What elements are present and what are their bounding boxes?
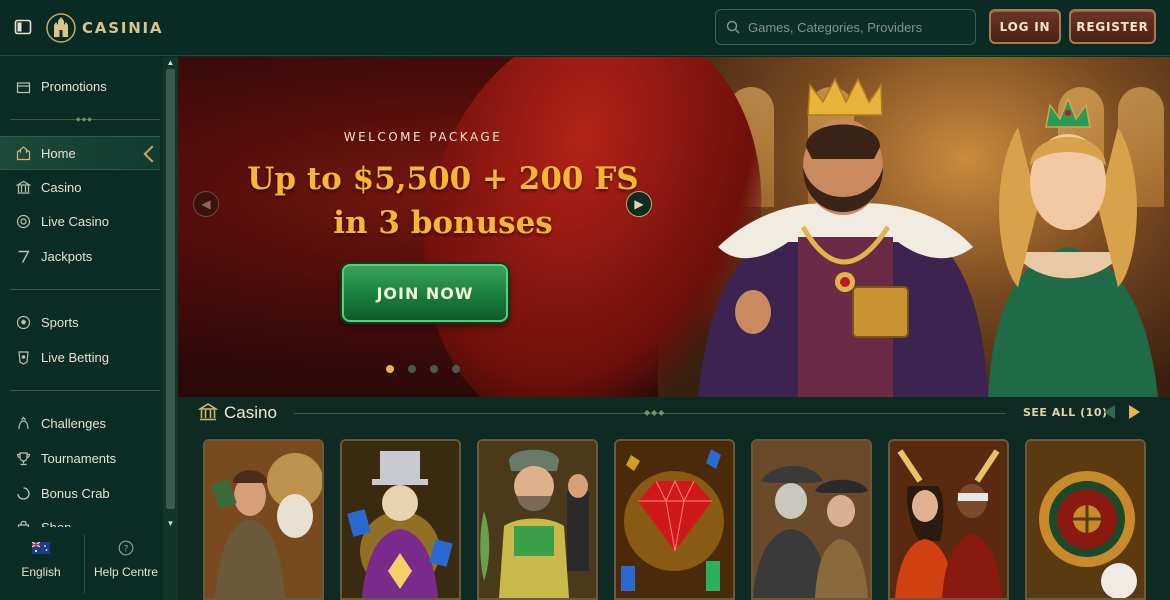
sidebar-item-jackpots[interactable]: Jackpots — [0, 239, 160, 273]
sidebar-item-challenges[interactable]: Challenges — [0, 406, 160, 440]
carousel-pagination — [386, 365, 460, 373]
sidebar-item-label: Live Casino — [41, 213, 109, 229]
main-content: WELCOME PACKAGE Up to $5,500 + 200 FS in… — [178, 57, 1170, 600]
seven-icon — [18, 250, 30, 263]
banner-headline: Up to $5,500 + 200 FS in 3 bonuses — [218, 157, 668, 245]
outlaws-game-thumbnail — [753, 441, 870, 598]
sidebar-item-label: Live Betting — [41, 349, 109, 365]
help-centre-link[interactable]: ? Help Centre — [85, 537, 167, 579]
game-card-magician[interactable] — [340, 439, 461, 600]
carousel-dot[interactable] — [452, 365, 460, 373]
sidebar-item-label: Jackpots — [41, 248, 93, 264]
sidebar-item-home[interactable]: Home — [0, 136, 160, 170]
top-header: CASINIA LOG IN REGISTER — [0, 0, 1170, 56]
challenge-icon — [18, 416, 29, 429]
magician-game-thumbnail — [342, 441, 459, 598]
live-betting-icon — [18, 350, 29, 365]
carousel-dot[interactable] — [408, 365, 416, 373]
search-box[interactable] — [715, 9, 976, 45]
sidebar-scrollbar[interactable]: ▲ ▼ — [163, 57, 178, 600]
sidebar-item-casino[interactable]: Casino — [0, 170, 160, 204]
sidebar-item-label: Promotions — [41, 78, 107, 94]
sidebar-item-bonus-crab[interactable]: Bonus Crab — [0, 476, 160, 510]
sidebar-item-sports[interactable]: Sports — [0, 305, 160, 339]
fisherman-game-thumbnail — [479, 441, 596, 598]
king-character-illustration — [698, 77, 988, 397]
sidebar-item-live-casino[interactable]: Live Casino — [0, 204, 160, 238]
banner-headline-line: in 3 bonuses — [333, 205, 553, 241]
vegas-nights-game-thumbnail — [890, 441, 1007, 598]
sidebar-item-live-betting[interactable]: Live Betting — [0, 340, 160, 374]
banner-kicker: WELCOME PACKAGE — [343, 130, 503, 144]
sidebar-item-label: Bonus Crab — [41, 485, 110, 501]
sidebar-item-label: Sports — [41, 314, 79, 330]
sidebar-divider — [10, 390, 160, 391]
sidebar-item-label: Home — [41, 145, 76, 161]
login-button[interactable]: LOG IN — [989, 9, 1061, 44]
game-card-explorer[interactable] — [203, 439, 324, 600]
section-divider-ornament: ◆◆◆ — [644, 408, 666, 417]
explorer-game-thumbnail — [205, 441, 322, 598]
sidebar-item-promotions[interactable]: Promotions — [0, 69, 160, 103]
sidebar-toggle-icon[interactable] — [14, 18, 32, 36]
game-card-fisherman[interactable] — [477, 439, 598, 600]
trophy-icon — [16, 451, 31, 465]
carousel-prev-icon[interactable]: ◀ — [193, 191, 219, 217]
language-selector[interactable]: English — [0, 537, 82, 579]
sidebar-divider: ◆◆◆ — [10, 117, 160, 123]
carousel-dot[interactable] — [430, 365, 438, 373]
brand-logo[interactable]: CASINIA — [46, 10, 163, 46]
scrollbar-thumb[interactable] — [166, 69, 175, 509]
games-prev-icon[interactable] — [1104, 405, 1115, 419]
sidebar: Promotions ◆◆◆ Home Casino Live Casino J… — [0, 57, 178, 600]
promo-banner[interactable]: WELCOME PACKAGE Up to $5,500 + 200 FS in… — [178, 57, 1170, 397]
brand-name: CASINIA — [82, 19, 164, 37]
sidebar-item-tournaments[interactable]: Tournaments — [0, 441, 160, 475]
crab-icon — [17, 486, 30, 500]
live-chip-icon — [16, 214, 31, 228]
red-diamond-game-thumbnail — [616, 441, 733, 598]
search-input[interactable] — [748, 19, 968, 35]
casino-building-icon — [198, 403, 218, 421]
carousel-dot[interactable] — [386, 365, 394, 373]
game-card-red-diamond[interactable] — [614, 439, 735, 600]
search-icon — [726, 20, 740, 34]
sidebar-item-label: Casino — [41, 179, 82, 195]
australia-flag-icon — [32, 542, 50, 554]
games-next-icon[interactable] — [1129, 405, 1140, 419]
game-card-outlaws[interactable] — [751, 439, 872, 600]
sidebar-divider — [10, 289, 160, 290]
game-card-roulette[interactable] — [1025, 439, 1146, 600]
scroll-up-icon[interactable]: ▲ — [166, 58, 175, 67]
scroll-down-icon[interactable]: ▼ — [166, 519, 175, 528]
game-carousel — [203, 439, 1153, 600]
castle-logo-icon — [46, 13, 76, 43]
sidebar-item-label: Challenges — [41, 415, 107, 431]
carousel-next-icon[interactable]: ▶ — [626, 191, 652, 217]
game-card-vegas-nights[interactable] — [888, 439, 1009, 600]
section-title: Casino — [224, 403, 277, 422]
register-button[interactable]: REGISTER — [1069, 9, 1156, 44]
sidebar-item-label: Tournaments — [41, 450, 117, 466]
casino-building-icon — [16, 180, 31, 194]
join-now-button[interactable]: JOIN NOW — [342, 264, 508, 322]
banner-headline-line: Up to $5,500 + 200 FS — [247, 161, 639, 197]
roulette-game-thumbnail — [1027, 441, 1144, 598]
queen-character-illustration — [988, 96, 1158, 397]
help-label: Help Centre — [93, 565, 159, 579]
help-icon: ? — [118, 540, 134, 556]
soccer-ball-icon — [16, 315, 31, 329]
casino-section-header: Casino ◆◆◆ SEE ALL (10) — [198, 397, 1150, 427]
see-all-link[interactable]: SEE ALL (10) — [1023, 406, 1108, 419]
language-label: English — [21, 565, 61, 579]
castle-icon — [16, 145, 31, 160]
gift-box-icon — [16, 81, 31, 93]
sidebar-footer: English ? Help Centre — [0, 527, 163, 600]
svg-text:?: ? — [124, 545, 129, 555]
